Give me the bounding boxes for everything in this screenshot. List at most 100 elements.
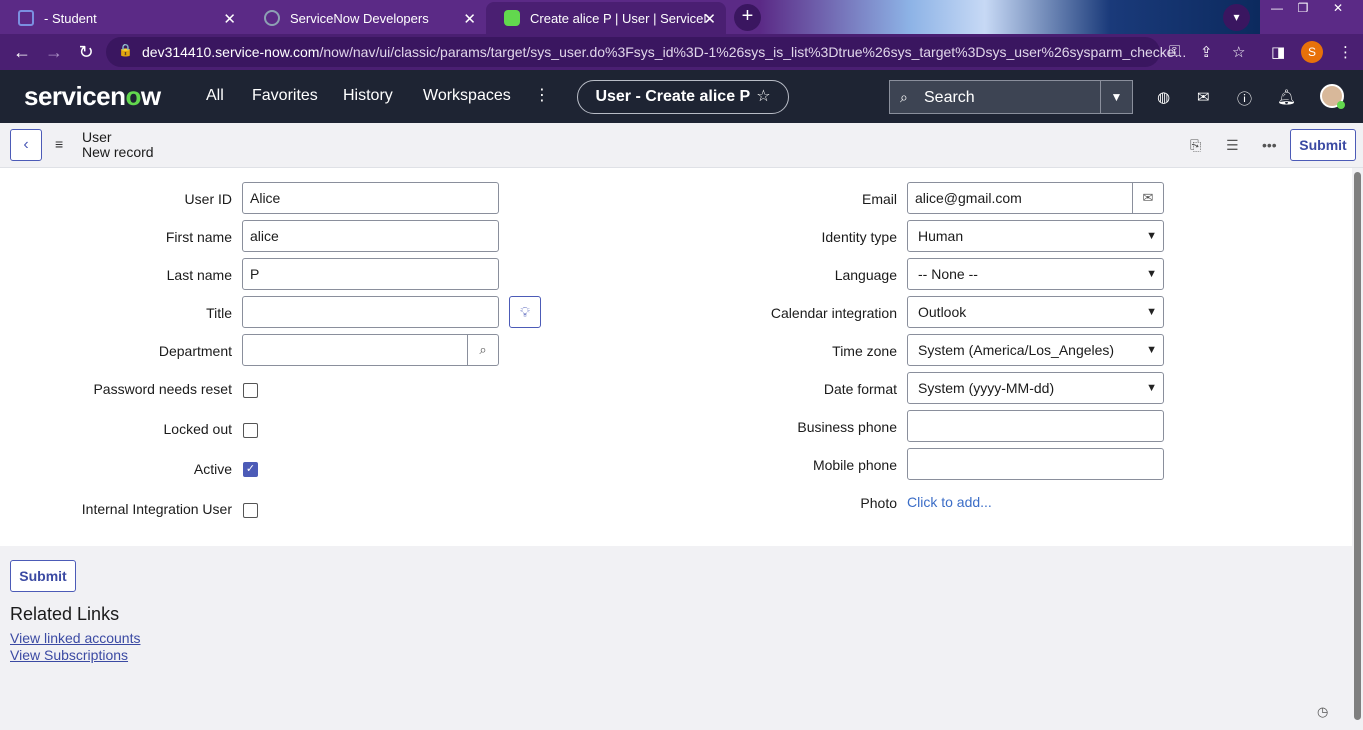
active-checkbox[interactable]: ✓ [243,462,258,477]
checkmark-icon: ✓ [245,463,256,475]
browser-profile-avatar[interactable]: S [1301,41,1323,63]
nav-workspaces[interactable]: Workspaces [423,87,511,105]
context-menu-icon[interactable]: ≡ [55,136,63,152]
internal-integration-user-label: Internal Integration User [81,501,232,517]
scrollbar-thumb[interactable] [1354,172,1361,720]
last-name-input[interactable]: P [242,258,499,290]
nav-all[interactable]: All [206,87,224,105]
browser-tab-servicenow-developers[interactable]: ServiceNow Developers ✕ [246,2,486,34]
email-label: Email [861,191,897,207]
mobile-phone-label: Mobile phone [812,457,897,473]
business-phone-label: Business phone [797,419,897,435]
globe-icon[interactable]: ◍ [1157,88,1170,106]
side-panel-icon[interactable]: ◨ [1271,43,1285,61]
reload-icon[interactable]: ↻ [74,40,98,64]
chat-icon[interactable]: ✉ [1197,88,1210,106]
time-zone-label: Time zone [832,343,897,359]
personalize-form-icon[interactable]: ☰ [1226,137,1239,154]
url-bar[interactable]: 🔒 dev314410.service-now.com/now/nav/ui/c… [106,37,1186,67]
calendar-integration-select[interactable]: Outlook ▼ [907,296,1164,328]
chevron-down-icon: ▼ [1146,230,1157,242]
share-icon[interactable]: ⇪ [1200,43,1213,61]
business-phone-input[interactable] [907,410,1164,442]
new-tab-button[interactable]: + [734,4,761,31]
context-pill[interactable]: User - Create alice P ☆ [577,80,789,114]
department-lookup-search-icon[interactable]: ⌕ [467,334,499,366]
key-icon[interactable]: ⚿ [1169,43,1180,60]
first-name-input[interactable]: alice [242,220,499,252]
photo-add-link[interactable]: Click to add... [907,494,992,510]
attachment-icon[interactable]: ⎘ [1190,137,1201,154]
date-format-label: Date format [823,381,897,397]
view-subscriptions-link[interactable]: View Subscriptions [10,647,128,663]
close-tab-icon[interactable]: ✕ [223,10,236,28]
related-links-title: Related Links [10,604,120,624]
address-bar-row: ← → ↻ 🔒 dev314410.service-now.com/now/na… [0,34,1363,70]
form-header: ‹ ≡ User New record ⎘ ☰ ••• Submit [0,123,1363,168]
title-label: Title [206,305,232,321]
title-input[interactable] [242,296,499,328]
nav-history[interactable]: History [343,87,393,105]
form-footer [0,546,1352,730]
password-needs-reset-checkbox[interactable] [243,383,258,398]
submit-button-bottom[interactable]: Submit [10,560,76,592]
servicenow-logo[interactable]: servicenow [24,81,161,112]
browser-tab-strip: - Student ✕ ServiceNow Developers ✕ Crea… [0,0,1363,34]
browser-menu-icon[interactable]: ⋮ [1338,43,1353,61]
form-title: User New record [82,130,154,160]
favorite-star-icon[interactable]: ☆ [756,88,770,105]
tab-search-dropdown-icon[interactable]: ▾ [1223,4,1250,31]
search-scope-dropdown-icon[interactable]: ▼ [1100,81,1132,113]
response-time-clock-icon[interactable]: ◷ [1317,704,1328,720]
send-email-icon[interactable]: ✉ [1132,182,1164,214]
user-avatar[interactable] [1320,84,1345,109]
time-zone-select[interactable]: System (America/Los_Angeles) ▼ [907,334,1164,366]
global-search[interactable]: ⌕ Search ▼ [889,80,1133,114]
user-id-input[interactable]: Alice [242,182,499,214]
close-window-icon[interactable]: ✕ [1323,0,1353,18]
view-linked-accounts-link[interactable]: View linked accounts [10,630,140,646]
internal-integration-user-checkbox[interactable] [243,503,258,518]
tab-title: ServiceNow Developers [290,10,429,26]
calendar-integration-label: Calendar integration [770,305,897,321]
forward-arrow-icon[interactable]: → [42,40,66,64]
tab-title: - Student [44,10,97,26]
mobile-phone-input[interactable] [907,448,1164,480]
department-label: Department [158,343,232,359]
chevron-down-icon: ▼ [1146,344,1157,356]
help-icon[interactable]: ⓘ [1237,88,1252,109]
date-format-select[interactable]: System (yyyy-MM-dd) ▼ [907,372,1164,404]
nav-favorites[interactable]: Favorites [252,87,318,105]
more-menu-icon[interactable]: ⋮ [534,85,550,105]
form-table-name: User [82,129,112,145]
bookmark-star-icon[interactable]: ☆ [1232,43,1245,61]
browser-tab-student[interactable]: - Student ✕ [0,2,246,34]
restore-icon[interactable]: ❐ [1288,0,1318,18]
notifications-bell-icon[interactable]: 🔔︎ [1277,88,1296,106]
back-button[interactable]: ‹ [10,129,42,161]
password-needs-reset-label: Password needs reset [93,381,232,397]
chevron-down-icon: ▼ [1146,306,1157,318]
submit-button-header[interactable]: Submit [1290,129,1356,161]
first-name-label: First name [165,229,232,245]
identity-type-select[interactable]: Human ▼ [907,220,1164,252]
student-favicon-icon [18,10,34,26]
language-select[interactable]: -- None -- ▼ [907,258,1164,290]
email-input[interactable]: alice@gmail.com [907,182,1133,214]
servicenow-header: servicenow All Favorites History Workspa… [0,70,1363,123]
close-tab-icon[interactable]: ✕ [463,10,476,28]
browser-tab-create-user[interactable]: Create alice P | User | ServiceNow ✕ [486,2,726,34]
back-arrow-icon[interactable]: ← [10,40,34,64]
identity-type-label: Identity type [821,229,898,245]
more-options-icon[interactable]: ••• [1262,137,1277,153]
window-background [760,0,1260,34]
presence-dot [1337,101,1345,109]
close-tab-icon[interactable]: ✕ [703,10,716,28]
department-input[interactable] [242,334,468,366]
vertical-scrollbar[interactable] [1352,168,1363,730]
form-record-status: New record [82,144,154,160]
locked-out-checkbox[interactable] [243,423,258,438]
now-green-favicon-icon [504,10,520,26]
suggestion-lightbulb-icon[interactable]: 💡︎ [509,296,541,328]
active-label: Active [193,461,232,477]
